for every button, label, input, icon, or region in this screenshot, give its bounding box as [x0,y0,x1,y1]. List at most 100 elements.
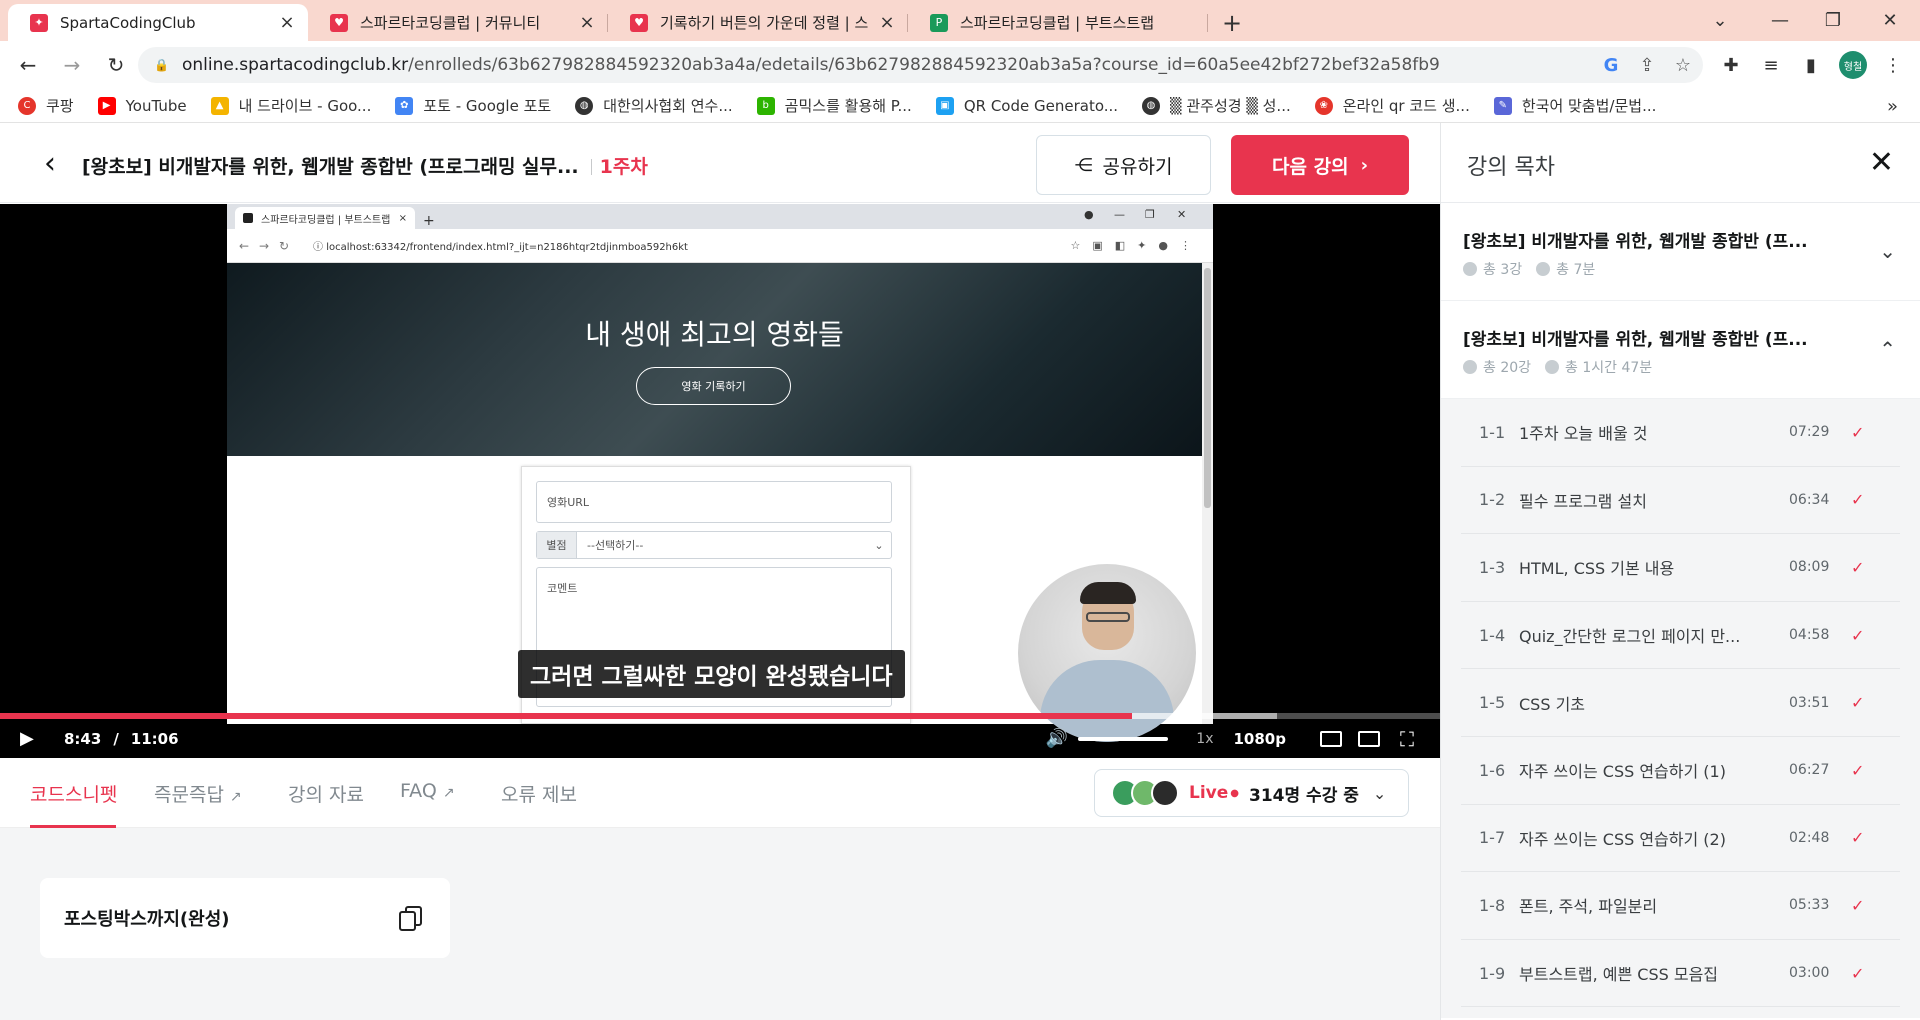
share-button[interactable]: ⋲ 공유하기 [1036,135,1211,195]
bookmark-4[interactable]: ◍ 대한의사협회 연수... [575,95,733,116]
bookmark-8[interactable]: ❀ 온라인 qr 코드 생... [1314,95,1470,116]
fullscreen-icon[interactable]: ⛶ [1394,727,1420,751]
lesson-item[interactable]: 1-8 폰트, 주석, 파일분리 05:33 ✓ [1461,872,1900,940]
window-close-icon[interactable]: ✕ [1860,0,1920,41]
inner-url: ⓘ localhost:63342/frontend/index.html?_i… [313,238,688,253]
close-icon[interactable]: × [878,12,896,33]
kebab-menu-icon[interactable]: ⋮ [1875,47,1911,83]
lesson-name: 필수 프로그램 설치 [1519,491,1647,511]
rating-select: 별점 --선택하기-- ⌄ [536,531,892,559]
bookmark-6[interactable]: ▣ QR Code Generato... [935,96,1118,115]
lecture-count-text: 총 3강 [1483,262,1523,278]
video-player[interactable]: 스파르타코딩클럽 | 부트스트랩 × + ● — ❐ ✕ ← → ↻ ⓘ loc… [0,204,1440,758]
course-section-1[interactable]: [왕초보] 비개발자를 위한, 웹개발 종합반 (프... 총 20강 총 1시… [1441,301,1920,399]
lesson-duration: 02:48 [1789,829,1830,846]
check-icon: ✓ [1851,760,1865,780]
lesson-item[interactable]: 1-1 1주차 오늘 배울 것 07:29 ✓ [1461,399,1900,467]
bookmarks-bar: C 쿠팡 ▶ YouTube ▲ 내 드라이브 - Goo... ✿ 포토 - Goog… [0,89,1920,123]
bookmarks-overflow-icon[interactable]: » [1887,89,1898,123]
tab-code-snippet[interactable]: 코드스니펫 [30,780,117,807]
tab-search-chevron-icon[interactable]: ⌄ [1690,0,1750,41]
quality-selector[interactable]: 1080p [1234,730,1287,748]
lesson-item[interactable]: 1-7 자주 쓰이는 CSS 연습하기 (2) 02:48 ✓ [1461,805,1900,873]
reload-icon[interactable]: ↻ [98,47,134,83]
lesson-item[interactable]: 1-4 Quiz_간단한 로그인 페이지 만... 04:58 ✓ [1461,602,1900,670]
lesson-duration: 07:29 [1789,424,1830,441]
tab-separator [1207,14,1208,32]
inner-url-text: localhost:63342/frontend/index.html?_ijt… [326,242,688,253]
lesson-list: 1-1 1주차 오늘 배울 것 07:29 ✓ 1-2 필수 프로그램 설치 06:34 ✓… [1441,399,1920,1018]
browser-tab-2[interactable]: ♥ 기록하기 버튼의 가운데 정렬 | 스 × [608,4,908,41]
curriculum-sidebar: 강의 목차 ✕ [왕초보] 비개발자를 위한, 웹개발 종합반 (프... 총 … [1440,123,1920,1020]
lesson-name: 부트스트랩, 예쁜 CSS 모음집 [1519,965,1719,985]
clock-icon [1536,262,1551,276]
share-page-icon[interactable]: ⇪ [1631,49,1663,81]
qr-code-icon: ▣ [935,96,954,115]
bookmark-3[interactable]: ✿ 포토 - Google 포토 [395,95,551,116]
side-panel-icon[interactable]: ▮ [1793,47,1829,83]
new-tab-plus-icon[interactable]: + [1212,4,1252,41]
captions-icon[interactable] [1318,729,1344,749]
bookmark-7[interactable]: ◍ ▒ 관주성경 ▒ 성... [1142,95,1291,116]
back-chevron-icon[interactable]: ‹ [34,146,66,181]
media-queue-icon[interactable]: ≡ [1753,47,1789,83]
extensions-puzzle-icon[interactable]: ✚ [1713,47,1749,83]
lecture-count: 총 3강 [1463,259,1522,279]
chevron-up-icon[interactable]: ⌃ [1879,337,1896,361]
tab-label: 기록하기 버튼의 가운데 정렬 | 스 [660,14,869,32]
restore-icon[interactable]: ❐ [1803,0,1863,41]
close-icon[interactable]: × [578,12,596,33]
time-separator: / [113,729,119,748]
check-icon: ✓ [1851,557,1865,577]
url-field[interactable]: 🔒 online.spartacodingclub.kr/enrolleds/6… [138,47,1703,83]
section-duration: 총 1시간 47분 [1545,357,1652,377]
back-arrow-icon[interactable]: ← [10,47,46,83]
movie-url-input: 영화URL [536,481,892,523]
globe-icon: ◍ [575,96,594,115]
live-viewers-dropdown[interactable]: Live ● 314명 수강 중 ⌄ [1094,769,1409,817]
copy-icon[interactable] [396,903,426,933]
forward-arrow-icon[interactable]: → [54,47,90,83]
snippet-card[interactable]: 포스팅박스까지(완성) [40,878,450,958]
sparta-favicon-icon: ✦ [30,13,48,32]
check-icon: ✓ [1851,895,1865,915]
lesson-item[interactable]: 1-3 HTML, CSS 기본 내용 08:09 ✓ [1461,534,1900,602]
bookmark-0[interactable]: C 쿠팡 [18,95,74,116]
tab-report-error[interactable]: 오류 제보 [501,780,577,807]
volume-slider[interactable] [1078,736,1169,741]
bookmark-star-icon[interactable]: ☆ [1667,49,1699,81]
tab-lecture-materials[interactable]: 강의 자료 [288,780,364,807]
minimize-icon[interactable]: — [1750,0,1810,41]
lesson-item[interactable]: 1-5 CSS 기초 03:51 ✓ [1461,669,1900,737]
hero-title: 내 생애 최고의 영화들 [585,318,844,351]
close-icon[interactable]: ✕ [1869,145,1894,180]
bookmark-2[interactable]: ▲ 내 드라이브 - Goo... [210,95,372,116]
google-icon[interactable]: G [1595,49,1627,81]
video-subtitle: 그러면 그럴싸한 모양이 완성됐습니다 [518,650,905,698]
bookmark-5[interactable]: b 곰믹스를 활용해 P... [756,95,912,116]
bookmark-9[interactable]: ✎ 한국어 맞춤법/문법... [1493,95,1656,116]
browser-tab-1[interactable]: ♥ 스파르타코딩클럽 | 커뮤니티 × [308,4,608,41]
close-icon[interactable]: × [278,12,296,33]
chevron-down-icon[interactable]: ⌄ [1879,239,1896,263]
profile-avatar[interactable]: 형철 [1835,47,1871,83]
picture-in-picture-icon[interactable] [1356,729,1382,749]
volume-icon[interactable]: 🔊 [1046,728,1068,749]
live-dot-icon: ● [1230,787,1240,799]
tab-instant-qa[interactable]: 즉문즉답 ↗ [154,780,242,807]
bookmark-label: 내 드라이브 - Goo... [238,97,372,115]
lesson-duration: 08:09 [1789,559,1830,576]
bookmark-1[interactable]: ▶ YouTube [97,96,187,115]
browser-tab-0[interactable]: ✦ SpartaCodingClub × [8,4,308,41]
next-lecture-button[interactable]: 다음 강의 › [1231,135,1409,195]
playback-speed[interactable]: 1x [1196,731,1213,747]
lesson-item[interactable]: 1-6 자주 쓰이는 CSS 연습하기 (1) 06:27 ✓ [1461,737,1900,805]
lesson-item[interactable]: 1-9 부트스트랩, 예쁜 CSS 모음집 03:00 ✓ [1461,940,1900,1008]
chevron-down-icon: ⌄ [1372,783,1387,803]
tab-faq[interactable]: FAQ ↗ [400,780,455,802]
browser-tab-3[interactable]: P 스파르타코딩클럽 | 부트스트랩 [908,4,1208,41]
lesson-item[interactable]: 1-2 필수 프로그램 설치 06:34 ✓ [1461,467,1900,535]
course-section-0[interactable]: [왕초보] 비개발자를 위한, 웹개발 종합반 (프... 총 3강 총 7분 … [1441,203,1920,301]
spellcheck-icon: ✎ [1493,96,1512,115]
play-icon[interactable]: ▶ [20,728,44,749]
